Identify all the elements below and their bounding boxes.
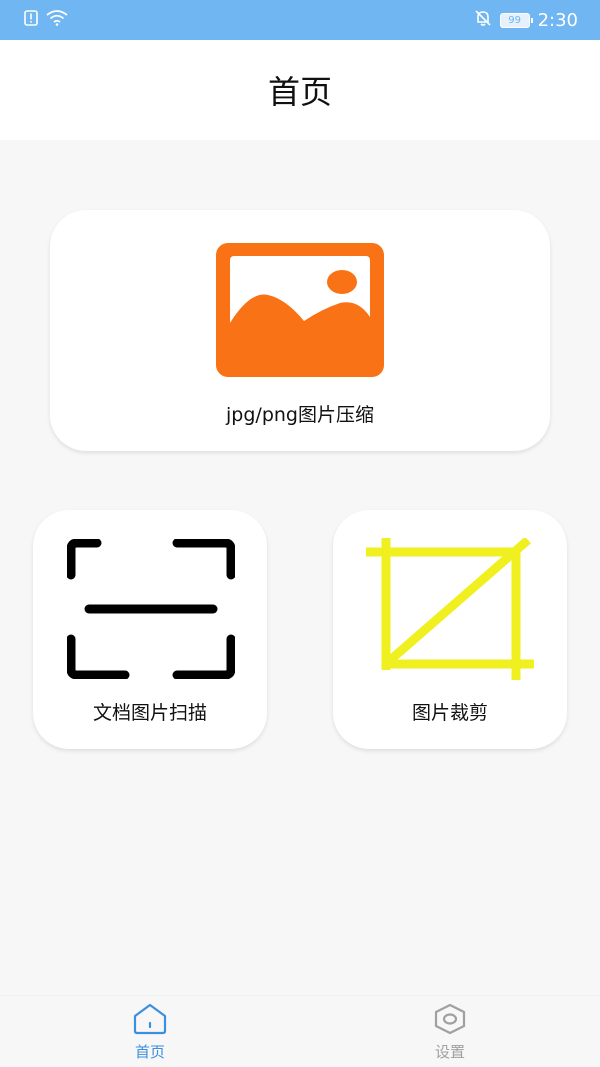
tab-settings-label: 设置 xyxy=(434,1043,465,1061)
battery-icon: 99 xyxy=(499,12,533,28)
battery-level: 99 xyxy=(508,14,521,26)
bottom-tab-bar: 首页 设置 xyxy=(0,995,600,1067)
image-compress-label: jpg/png图片压缩 xyxy=(226,404,374,426)
crop-icon xyxy=(366,536,536,686)
app-header: 首页 xyxy=(0,40,600,140)
document-scan-card[interactable]: 文档图片扫描 xyxy=(33,510,267,749)
image-crop-card[interactable]: 图片裁剪 xyxy=(333,510,567,749)
image-icon xyxy=(216,243,384,381)
status-bar-left xyxy=(24,9,68,31)
tab-settings[interactable]: 设置 xyxy=(300,996,600,1067)
scan-icon xyxy=(66,538,236,683)
document-scan-label: 文档图片扫描 xyxy=(92,702,207,724)
wifi-icon xyxy=(46,9,68,31)
tab-home-label: 首页 xyxy=(134,1043,165,1061)
status-bar-right: 99 2:30 xyxy=(474,9,578,32)
alert-icon xyxy=(24,9,38,31)
status-time: 2:30 xyxy=(537,9,578,31)
home-icon xyxy=(132,1003,168,1039)
page-title: 首页 xyxy=(267,73,332,111)
image-crop-label: 图片裁剪 xyxy=(411,702,488,724)
image-compress-card[interactable]: jpg/png图片压缩 xyxy=(50,210,550,451)
mute-icon xyxy=(474,9,492,32)
settings-icon xyxy=(432,1003,468,1039)
status-bar: 99 2:30 xyxy=(0,0,600,40)
tab-home[interactable]: 首页 xyxy=(0,996,300,1067)
